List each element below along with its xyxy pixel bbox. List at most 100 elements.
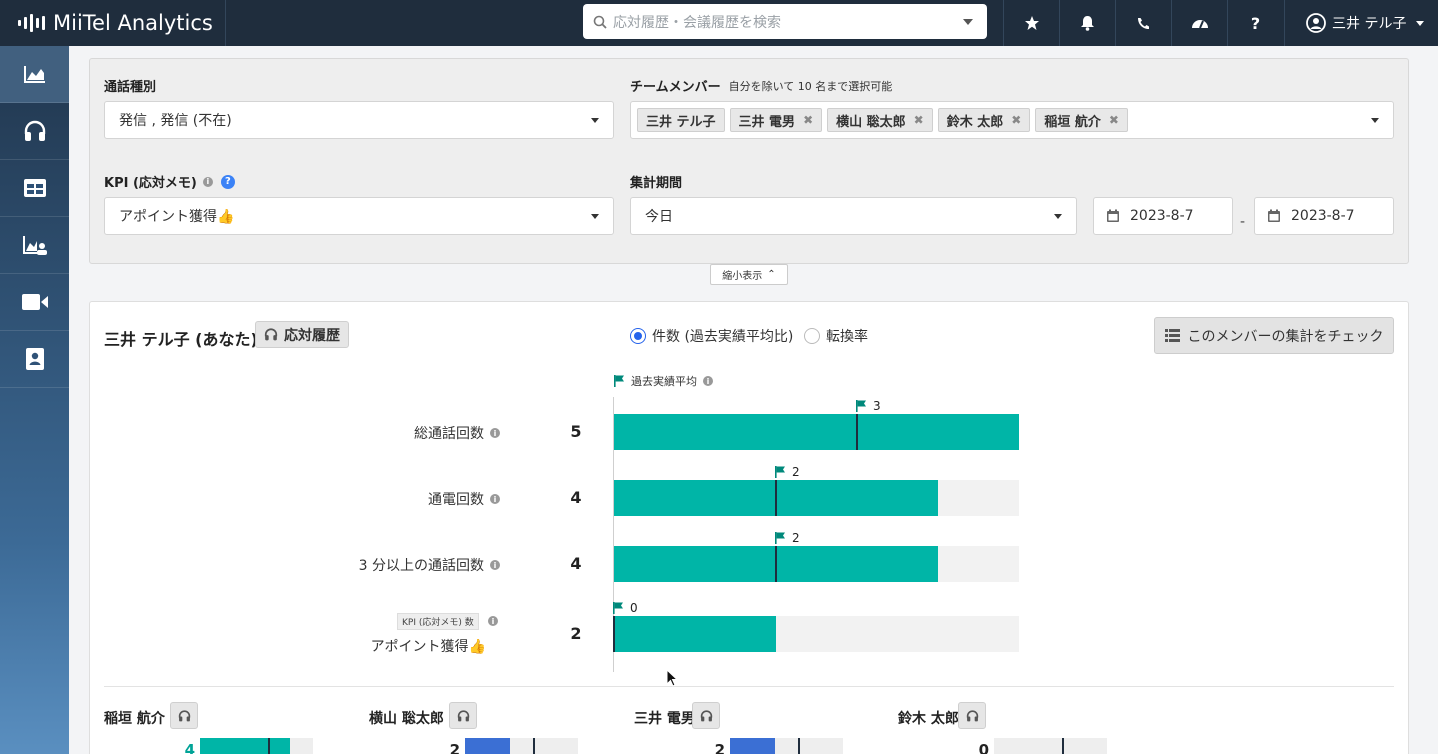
- kpi-average-flag: 0: [613, 601, 638, 615]
- sidebar-item-table[interactable]: [0, 160, 69, 217]
- kpi-select[interactable]: アポイント獲得👍: [104, 197, 614, 235]
- history-button[interactable]: 応対履歴: [255, 321, 349, 348]
- kpi-row-value: 4: [570, 554, 582, 573]
- member-history-button[interactable]: [958, 702, 986, 729]
- help-button[interactable]: ?: [1227, 0, 1283, 46]
- top-icons: ?: [1003, 0, 1283, 46]
- favorites-button[interactable]: [1003, 0, 1059, 46]
- sidebar-item-analytics[interactable]: [0, 46, 69, 103]
- flag-icon: [775, 532, 785, 544]
- member-average-marker: [1061, 738, 1064, 754]
- remove-icon[interactable]: ✖: [803, 113, 813, 127]
- radio-rate[interactable]: 転換率: [804, 326, 868, 346]
- member-history-button[interactable]: [449, 702, 477, 729]
- radio-count[interactable]: 件数 (過去実績平均比): [630, 326, 793, 346]
- member-history-button[interactable]: [170, 702, 198, 729]
- info-icon[interactable]: i: [703, 376, 713, 386]
- team-member-note: 自分を除いて 10 名まで選択可能: [728, 79, 893, 93]
- sidebar-item-contacts[interactable]: [0, 331, 69, 388]
- kpi-row-label: 通電回数 i: [100, 489, 500, 509]
- chart-user-icon: [22, 236, 47, 255]
- phone-button[interactable]: [1115, 0, 1171, 46]
- remove-icon[interactable]: ✖: [914, 113, 924, 127]
- period-label: 集計期間: [630, 176, 683, 191]
- collapse-button[interactable]: 縮小表示 ⌃: [710, 264, 788, 285]
- kpi-value: アポイント獲得👍: [119, 209, 235, 225]
- member-tag[interactable]: 稲垣 航介 ✖: [1035, 108, 1128, 132]
- bell-icon: [1081, 16, 1094, 31]
- date-to-input[interactable]: 2023-8-7: [1254, 197, 1394, 235]
- sidebar-item-calls[interactable]: [0, 103, 69, 160]
- chevron-down-icon: [1416, 20, 1425, 26]
- team-member-label: チームメンバー 自分を除いて 10 名まで選択可能: [630, 79, 893, 96]
- sidebar-item-meetings[interactable]: [0, 274, 69, 331]
- remove-icon[interactable]: ✖: [1109, 113, 1119, 127]
- avatar: [1306, 13, 1326, 33]
- chevron-down-icon: [591, 214, 599, 219]
- radio-indicator[interactable]: [804, 328, 820, 344]
- headphones-icon: [966, 709, 978, 721]
- member-value: 2: [449, 741, 460, 754]
- period-select[interactable]: 今日: [630, 197, 1077, 235]
- gauge-icon: [1191, 20, 1208, 29]
- app-logo[interactable]: MiiTel Analytics: [0, 0, 226, 46]
- star-icon: [1024, 16, 1039, 30]
- info-icon[interactable]: i: [490, 428, 500, 438]
- kpi-bar-track: [614, 480, 1019, 516]
- member-tag[interactable]: 三井 テル子: [637, 108, 725, 132]
- kpi-label: KPI (応対メモ) i ?: [104, 172, 235, 191]
- call-type-select[interactable]: 発信 , 発信 (不在): [104, 101, 614, 139]
- kpi-bar-fill: [614, 414, 1019, 450]
- date-to-value: 2023-8-7: [1291, 208, 1355, 224]
- remove-icon[interactable]: ✖: [1011, 113, 1021, 127]
- member-tag[interactable]: 三井 電男 ✖: [729, 108, 823, 132]
- check-member-button[interactable]: このメンバーの集計をチェック: [1154, 317, 1394, 354]
- chevron-up-icon: ⌃: [767, 269, 776, 280]
- team-member-select[interactable]: 三井 テル子 三井 電男 ✖ 横山 聡太郎 ✖ 鈴木 太郎 ✖ 稲垣 航介 ✖: [630, 101, 1394, 139]
- legend-label: 過去実績平均: [631, 375, 697, 388]
- kpi-bar-track: [613, 616, 1019, 652]
- info-icon[interactable]: i: [488, 616, 498, 626]
- sidebar-item-member-analytics[interactable]: [0, 217, 69, 274]
- kpi-bar-fill: [614, 616, 776, 652]
- kpi-average-flag: 3: [856, 399, 881, 413]
- chart-legend: 過去実績平均 i: [614, 373, 713, 389]
- kpi-average-flag: 2: [775, 531, 800, 545]
- kpi-bar-track: [614, 414, 1019, 450]
- contact-icon: [25, 348, 44, 370]
- kpi-row-label: アポイント獲得👍: [100, 636, 500, 656]
- chevron-down-icon[interactable]: [963, 18, 973, 25]
- info-icon[interactable]: i: [490, 494, 500, 504]
- calendar-icon: [1107, 209, 1119, 222]
- kpi-row-value: 4: [570, 488, 582, 507]
- member-tag[interactable]: 鈴木 太郎 ✖: [937, 108, 1031, 132]
- check-button-label: このメンバーの集計をチェック: [1187, 328, 1384, 345]
- member-tag[interactable]: 横山 聡太郎 ✖: [827, 108, 933, 132]
- chevron-down-icon: [1371, 118, 1379, 123]
- question-icon: ?: [1250, 13, 1261, 33]
- radio-indicator[interactable]: [630, 328, 646, 344]
- search-input[interactable]: 応対履歴・会議履歴を検索: [583, 4, 987, 39]
- kpi-average-value: 0: [630, 601, 638, 615]
- call-type-value: 発信 , 発信 (不在): [119, 113, 232, 129]
- dashboard-button[interactable]: [1171, 0, 1227, 46]
- help-icon[interactable]: ?: [220, 174, 235, 189]
- user-menu[interactable]: 三井 テル子: [1284, 0, 1438, 46]
- mouse-cursor: [666, 669, 678, 687]
- chevron-down-icon: [591, 118, 599, 123]
- member-bar-fill: [465, 738, 511, 754]
- member-average-marker: [797, 738, 800, 754]
- search-icon: [593, 15, 607, 29]
- flag-icon: [614, 375, 624, 387]
- member-name: 鈴木 太郎: [898, 711, 959, 727]
- chart-icon: [23, 66, 45, 83]
- member-history-button[interactable]: [692, 702, 720, 729]
- info-icon[interactable]: i: [202, 176, 213, 187]
- member-average-marker: [532, 738, 535, 754]
- video-icon: [21, 294, 48, 310]
- info-icon[interactable]: i: [490, 560, 500, 570]
- notifications-button[interactable]: [1059, 0, 1115, 46]
- flag-icon: [775, 466, 785, 478]
- date-from-input[interactable]: 2023-8-7: [1093, 197, 1233, 235]
- app-title: MiiTel Analytics: [53, 11, 213, 35]
